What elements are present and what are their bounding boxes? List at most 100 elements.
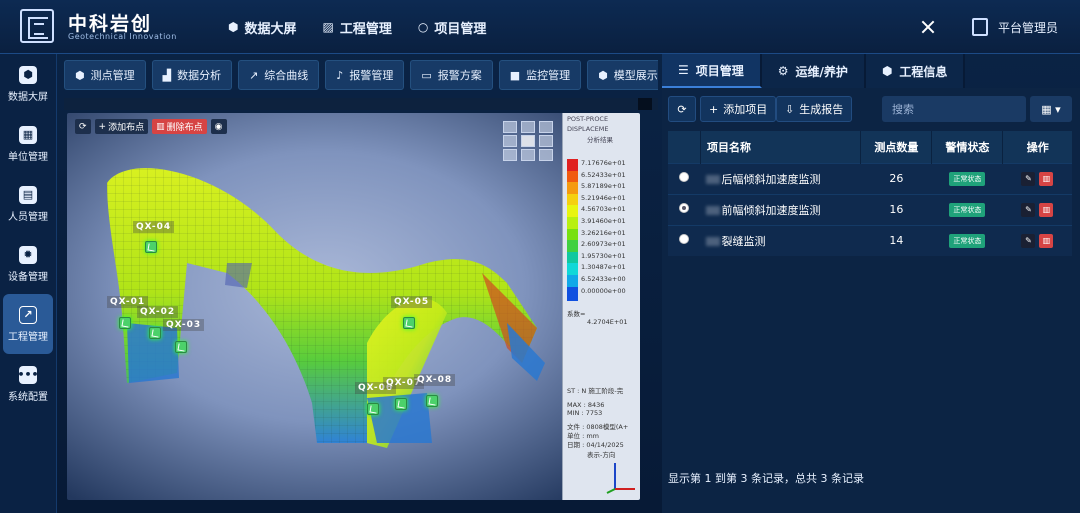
point-marker[interactable]	[426, 395, 438, 407]
tab-alarm-plan[interactable]: ▭ 报警方案	[410, 60, 493, 90]
tab-model[interactable]: ⬢ 模型展示	[587, 60, 658, 90]
cube-icon: ⬢	[228, 20, 239, 34]
radio-button[interactable]	[679, 234, 690, 245]
id-card-icon: ▤	[19, 185, 37, 204]
row-select[interactable]	[668, 193, 701, 225]
cubes-icon: ⬢	[598, 68, 608, 82]
edit-icon[interactable]: ✎	[1021, 233, 1036, 248]
point-marker[interactable]	[149, 327, 161, 339]
tab-curves[interactable]: ↗ 综合曲线	[238, 60, 320, 90]
nav-project[interactable]: ○ 项目管理	[418, 18, 487, 37]
point-label: QX-08	[414, 374, 456, 386]
trash-icon[interactable]: ▥	[1039, 202, 1054, 217]
column-header-count[interactable]: 测点数量	[860, 131, 933, 163]
sidebar-item-system[interactable]: ••• 系统配置	[0, 354, 56, 414]
sidebar-item-people[interactable]: ▤ 人员管理	[0, 174, 56, 234]
point-count: 16	[860, 193, 932, 225]
legend-value: 7.17676e+01	[581, 159, 626, 167]
tab-alarm[interactable]: ♪ 报警管理	[325, 60, 405, 90]
user-name[interactable]: 平台管理员	[998, 19, 1058, 36]
sidebar-item-label: 数据大屏	[8, 91, 48, 103]
columns-toggle-button[interactable]: ▦ ▾	[1030, 96, 1072, 122]
legend-value: 6.52433e+01	[581, 170, 626, 179]
add-project-button[interactable]: + 添加项目	[700, 96, 777, 122]
sidebar-item-data-screen[interactable]: ⬢ 数据大屏	[0, 54, 56, 114]
refresh-button[interactable]: ⟳	[75, 119, 91, 134]
column-header-name[interactable]: 项目名称	[700, 131, 862, 163]
nav-engineering[interactable]: ▨ 工程管理	[323, 18, 392, 37]
point-count: 14	[860, 224, 932, 256]
add-point-button[interactable]: + 添加布点	[94, 119, 149, 134]
view-cube[interactable]	[503, 121, 557, 169]
edit-icon[interactable]: ✎	[1021, 202, 1036, 217]
sidebar-item-label: 单位管理	[8, 151, 48, 163]
table-row[interactable]: 后幅倾斜加速度监测 26 正常状态 ✎ ▥	[668, 162, 1072, 194]
status-cell: 正常状态	[931, 162, 1003, 194]
project-name-cell: 裂缝监测	[700, 224, 861, 256]
fullscreen-icon[interactable]	[920, 19, 936, 35]
sidebar-item-units[interactable]: ▦ 单位管理	[0, 114, 56, 174]
refresh-button[interactable]: ⟳	[668, 96, 696, 122]
actions-cell: ✎ ▥	[1002, 224, 1072, 256]
button-label: 生成报告	[799, 103, 844, 116]
sidebar-item-engineering[interactable]: ↗ 工程管理	[3, 294, 53, 354]
row-select[interactable]	[668, 224, 701, 256]
tab-scrollbar[interactable]	[64, 98, 658, 110]
gear-icon: ✹	[19, 245, 37, 264]
pagination-info: 显示第 1 到第 3 条记录，总共 3 条记录	[668, 472, 864, 485]
delete-point-button[interactable]: ▥ 删除布点	[152, 119, 207, 134]
point-marker[interactable]	[367, 403, 379, 415]
project-name: 前幅倾斜加速度监测	[721, 203, 821, 217]
nav-label: 项目管理	[434, 21, 487, 37]
trash-icon[interactable]: ▥	[1039, 233, 1054, 248]
point-marker[interactable]	[145, 241, 157, 253]
radio-button[interactable]	[679, 203, 690, 213]
point-marker[interactable]	[395, 398, 407, 410]
grid-icon: ▦ ▾	[1041, 102, 1061, 116]
chart-icon: ▨	[322, 20, 334, 34]
search-input[interactable]	[882, 96, 1026, 122]
legend-value: 5.21946e+01	[581, 193, 626, 202]
tab-engineering-info[interactable]: ⬢ 工程信息	[865, 54, 966, 88]
project-name: 后幅倾斜加速度监测	[721, 172, 821, 186]
legend-value: 1.95730e+01	[581, 251, 626, 260]
trash-icon[interactable]: ▥	[1039, 171, 1054, 186]
dots-icon: •••	[17, 365, 39, 384]
point-label: QX-02	[137, 306, 179, 318]
row-select[interactable]	[668, 162, 701, 194]
model-viewer[interactable]: ⟳ +添加布点 ▥删除布点 ◉ ⤢ QX-04 QX-01 QX-02 QX-0…	[67, 113, 640, 500]
plus-icon: +	[709, 102, 719, 116]
axis-triad-icon	[606, 463, 635, 494]
project-name: 裂缝监测	[721, 234, 766, 248]
table-row[interactable]: 前幅倾斜加速度监测 16 正常状态 ✎ ▥	[668, 193, 1072, 225]
status-badge: 正常状态	[949, 203, 986, 217]
tab-analysis[interactable]: ▟ 数据分析	[151, 60, 233, 90]
top-bar: 中科岩创 Geotechnical Innovation ⬢ 数据大屏 ▨ 工程管理…	[0, 0, 1080, 54]
tab-points[interactable]: ⬢ 测点管理	[64, 60, 146, 90]
max-label: MAX : 8436	[567, 401, 605, 409]
tab-maintenance[interactable]: ⚙ 运维/养护	[761, 54, 866, 88]
legend-value: 1.30487e+01	[581, 263, 626, 272]
cube-icon: ⬢	[19, 65, 37, 84]
line-chart-icon: ↗	[249, 68, 259, 82]
point-marker[interactable]	[119, 317, 131, 329]
sidebar-item-devices[interactable]: ✹ 设备管理	[0, 234, 56, 294]
radio-button[interactable]	[679, 172, 690, 182]
redacted-mark	[706, 206, 721, 215]
point-marker[interactable]	[175, 341, 187, 353]
visibility-button[interactable]: ◉	[210, 119, 227, 134]
nav-data-screen[interactable]: ⬢ 数据大屏	[228, 18, 297, 37]
column-header-status[interactable]: 警情状态	[931, 131, 1004, 163]
actions-cell: ✎ ▥	[1002, 193, 1072, 225]
actions-cell: ✎ ▥	[1002, 162, 1072, 194]
area-chart-icon: ▟	[162, 68, 172, 82]
scroll-thumb[interactable]	[638, 98, 652, 110]
table-row[interactable]: 裂缝监测 14 正常状态 ✎ ▥	[668, 224, 1072, 256]
generate-report-button[interactable]: ⇩ 生成报告	[776, 96, 853, 122]
redacted-mark	[706, 175, 721, 184]
point-marker[interactable]	[403, 317, 415, 329]
tab-project-management[interactable]: ☰ 项目管理	[662, 54, 762, 88]
edit-icon[interactable]: ✎	[1021, 171, 1036, 186]
tab-monitor[interactable]: ■ 监控管理	[498, 60, 582, 90]
top-nav: ⬢ 数据大屏 ▨ 工程管理 ○ 项目管理	[228, 0, 486, 54]
